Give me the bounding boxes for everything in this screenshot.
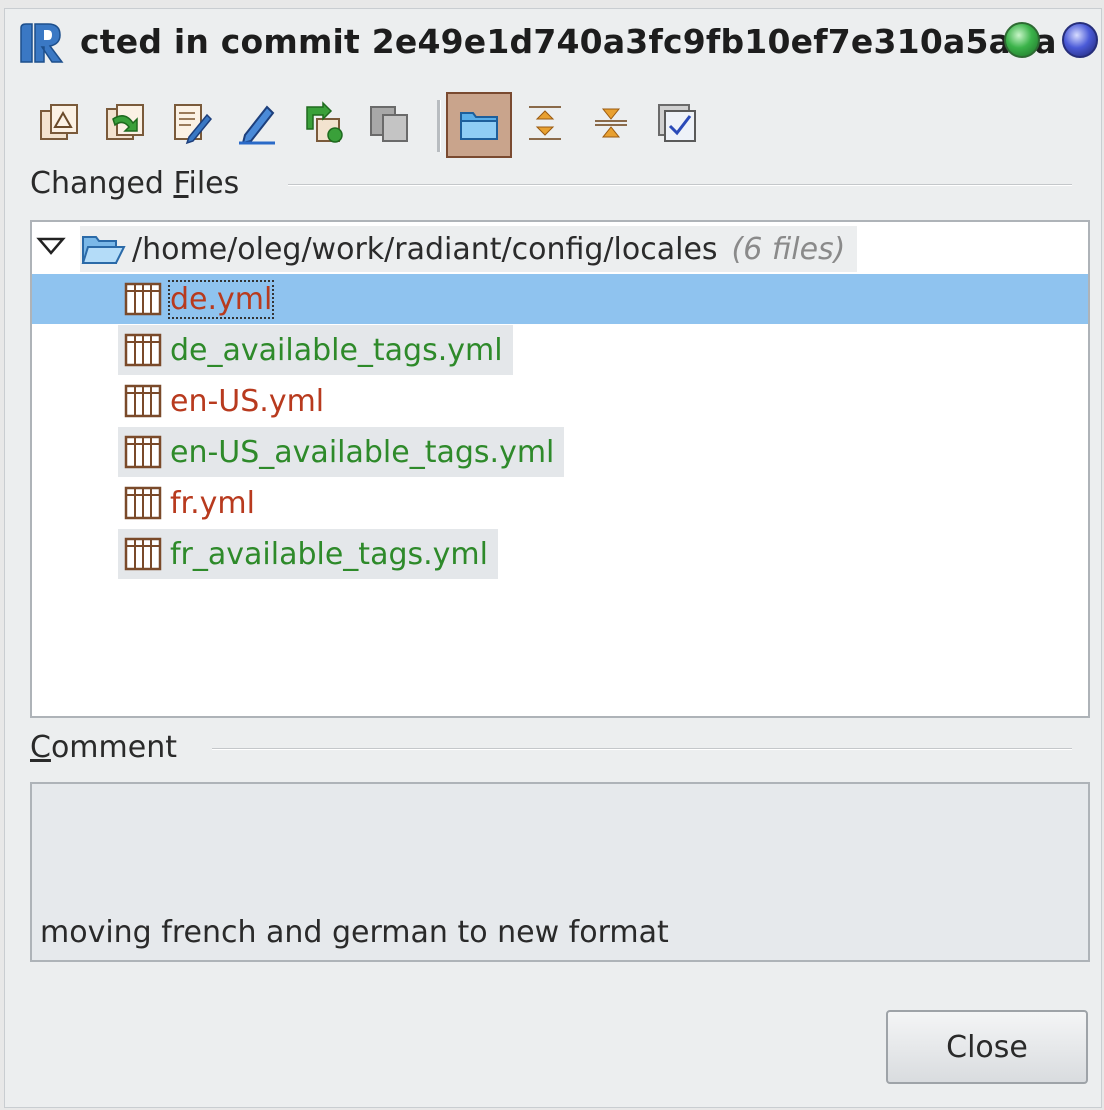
file-row[interactable]: en-US.yml: [32, 376, 1088, 426]
edit-source-button[interactable]: [166, 98, 216, 148]
folder-path: /home/oleg/work/radiant/config/locales: [132, 231, 718, 267]
collapse-all-button[interactable]: [586, 98, 636, 148]
file-icon: [124, 537, 162, 571]
file-icon: [124, 384, 162, 418]
file-row[interactable]: de.yml: [32, 274, 1088, 324]
file-count: (6 files): [731, 231, 846, 267]
select-all-button[interactable]: [652, 98, 702, 148]
comment-text-area[interactable]: moving french and german to new format: [30, 782, 1090, 962]
collapse-triangle-icon[interactable]: [36, 236, 66, 256]
edit-source-icon: [174, 104, 213, 145]
file-row[interactable]: fr_available_tags.yml: [32, 529, 1088, 579]
copy-button[interactable]: [364, 98, 414, 148]
file-name: en-US.yml: [170, 383, 325, 419]
edit-pencil-icon: [239, 105, 275, 145]
select-all-icon: [658, 104, 696, 142]
toolbar: [34, 92, 734, 158]
file-icon: [124, 486, 162, 520]
close-button[interactable]: Close: [886, 1010, 1088, 1084]
group-by-directory-button[interactable]: [446, 92, 512, 158]
title-bar: cted in commit 2e49e1d740a3fc9fb10ef7e31…: [12, 12, 1102, 68]
show-diff-icon: [40, 104, 78, 140]
comment-text: moving french and german to new format: [40, 915, 669, 950]
changed-files-label: Changed Files: [30, 166, 240, 201]
revert-changes-icon: [106, 104, 144, 140]
open-folder-icon: [81, 236, 126, 264]
show-diff-button[interactable]: [34, 98, 84, 148]
file-name: de_available_tags.yml: [170, 332, 503, 368]
tree-root-folder[interactable]: /home/oleg/work/radiant/config/locales (…: [80, 226, 858, 272]
expand-all-icon: [529, 106, 561, 140]
section-divider: [288, 184, 1072, 186]
expand-all-button[interactable]: [520, 98, 570, 148]
copy-icon: [370, 106, 408, 142]
refresh-icon: [306, 101, 343, 143]
toolbar-separator: [437, 100, 441, 152]
changed-files-tree[interactable]: /home/oleg/work/radiant/config/locales (…: [30, 220, 1090, 718]
file-icon: [124, 282, 162, 316]
file-row[interactable]: de_available_tags.yml: [32, 325, 1088, 375]
file-row[interactable]: fr.yml: [32, 478, 1088, 528]
refresh-button[interactable]: [298, 98, 348, 148]
collapse-all-icon: [595, 108, 627, 138]
file-name: fr.yml: [170, 485, 255, 521]
window-title: cted in commit 2e49e1d740a3fc9fb10ef7e31…: [80, 22, 1057, 61]
section-divider: [212, 748, 1072, 750]
comment-label: Comment: [30, 730, 177, 765]
edit-button[interactable]: [232, 98, 282, 148]
file-icon: [124, 435, 162, 469]
file-row[interactable]: en-US_available_tags.yml: [32, 427, 1088, 477]
close-window-button[interactable]: [1062, 22, 1098, 58]
file-name: en-US_available_tags.yml: [170, 434, 555, 470]
maximize-button[interactable]: [1004, 22, 1040, 58]
file-icon: [124, 333, 162, 367]
file-name: fr_available_tags.yml: [170, 536, 488, 572]
group-by-directory-icon: [460, 112, 498, 140]
app-logo-icon: [20, 23, 64, 63]
revert-changes-button[interactable]: [100, 98, 150, 148]
file-name: de.yml: [167, 279, 275, 319]
